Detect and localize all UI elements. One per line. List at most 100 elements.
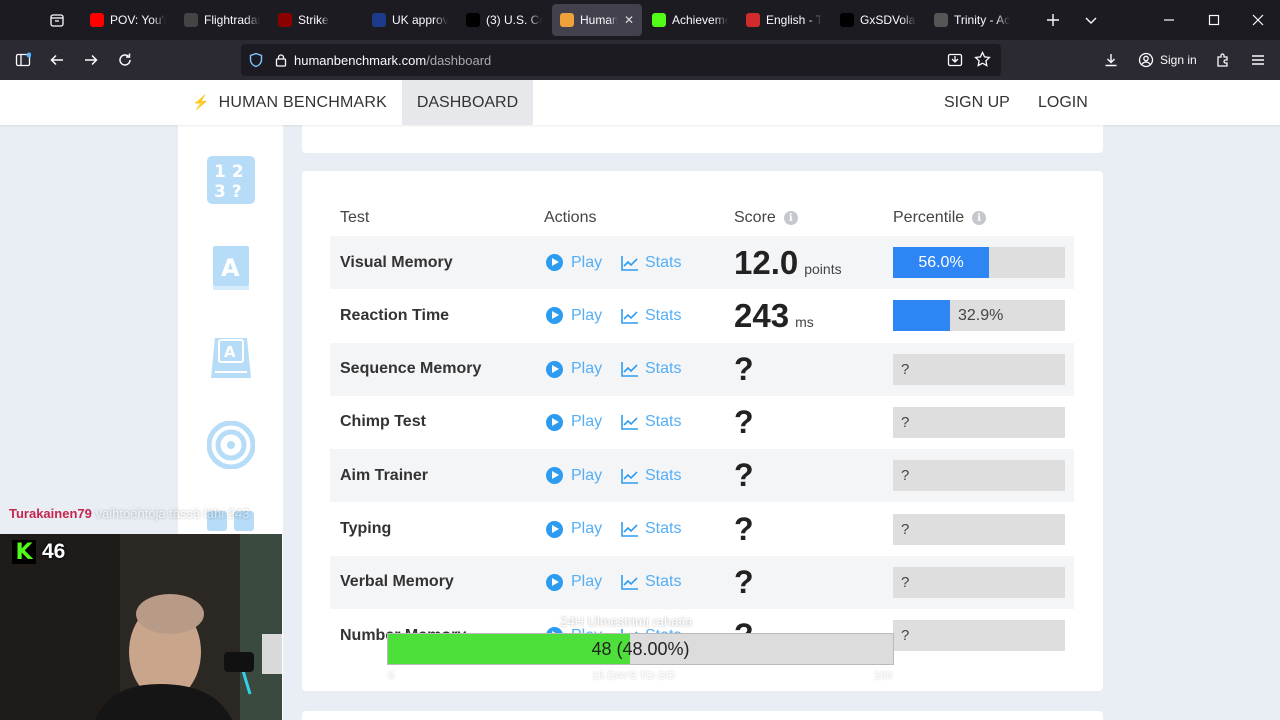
new-tab-button[interactable] <box>1033 0 1073 40</box>
aim-trainer-sidebar-icon[interactable] <box>207 421 255 469</box>
info-icon[interactable]: i <box>972 211 987 225</box>
chart-line-icon <box>621 575 638 591</box>
percentile-bar: ? <box>893 513 1065 545</box>
stats-button[interactable]: Stats <box>621 343 681 396</box>
info-icon[interactable]: i <box>783 211 798 225</box>
score-value: 12.0 <box>734 243 799 281</box>
next-card <box>302 711 1103 720</box>
score-cell: ? <box>734 343 754 396</box>
chart-line-icon <box>621 308 638 324</box>
menu-button[interactable] <box>1241 43 1275 77</box>
percentile-bar: ? <box>893 353 1065 385</box>
login-link[interactable]: LOGIN <box>1038 80 1088 125</box>
download-icon <box>1105 54 1117 67</box>
extensions-button[interactable] <box>1206 43 1240 77</box>
forward-button[interactable] <box>74 43 108 77</box>
play-label: Play <box>571 466 603 484</box>
score-value: ? <box>734 510 754 547</box>
score-cell: ? <box>734 503 754 556</box>
minimize-button[interactable] <box>1149 0 1189 40</box>
browser-tab[interactable]: English - T <box>738 4 830 36</box>
play-button[interactable]: Play <box>546 556 602 609</box>
browser-tab[interactable]: Flightradar <box>176 4 268 36</box>
kick-icon <box>652 13 666 27</box>
browser-tab[interactable]: (3) U.S. Ce <box>458 4 550 36</box>
shield-icon <box>249 52 263 68</box>
minimize-icon <box>1164 19 1174 21</box>
reader-mode-icon[interactable] <box>947 52 963 68</box>
tab-title: Trinity - Ac <box>954 13 1010 27</box>
number-memory-sidebar-icon[interactable]: 1 23 ? <box>207 156 255 204</box>
score-cell: ? <box>734 449 754 502</box>
play-button[interactable]: Play <box>546 449 602 502</box>
browser-toolbar: humanbenchmark.com/dashboard Sign in <box>0 40 1280 80</box>
stats-button[interactable]: Stats <box>621 449 681 502</box>
percentile-bar: ? <box>893 406 1065 438</box>
percentile-label: ? <box>901 413 910 431</box>
tab-overflow-button[interactable] <box>1071 0 1111 40</box>
typing-sidebar-icon[interactable]: A <box>207 332 255 380</box>
tab-title: Flightradar <box>204 13 260 27</box>
verbal-memory-sidebar-icon[interactable]: A <box>207 244 255 292</box>
play-button[interactable]: Play <box>546 343 602 396</box>
tab-title: Achieveme <box>672 13 728 27</box>
browser-tab[interactable]: Human ✕ <box>552 4 642 36</box>
numbers-icon: 1 23 ? <box>207 156 255 204</box>
address-bar[interactable]: humanbenchmark.com/dashboard <box>241 44 1001 76</box>
svg-text:A: A <box>224 343 236 361</box>
maximize-button[interactable] <box>1194 0 1234 40</box>
header-test-label: Test <box>340 209 370 226</box>
percentile-label: 32.9% <box>958 306 1004 324</box>
percentile-label: ? <box>901 520 910 538</box>
test-name: Chimp Test <box>340 413 426 431</box>
test-name: Visual Memory <box>340 253 453 271</box>
tab-title: GxSDVolal <box>860 13 916 27</box>
play-button[interactable]: Play <box>546 396 602 449</box>
reload-icon <box>119 53 131 66</box>
test-name: Verbal Memory <box>340 573 454 591</box>
back-button[interactable] <box>40 43 74 77</box>
nav-dashboard[interactable]: DASHBOARD <box>402 80 533 125</box>
brand-link[interactable]: ⚡ HUMAN BENCHMARK <box>192 80 387 125</box>
stats-label: Stats <box>645 253 682 271</box>
sign-in-button[interactable]: Sign in <box>1132 46 1203 74</box>
play-label: Play <box>571 520 603 537</box>
column-header-score: Score i <box>734 209 798 227</box>
stats-button[interactable]: Stats <box>621 289 681 342</box>
browser-tab[interactable]: UK approv <box>364 4 456 36</box>
bookmark-star-icon[interactable] <box>974 51 991 68</box>
browser-tab[interactable]: Strike <box>270 4 362 36</box>
tab-list-button[interactable] <box>38 0 76 40</box>
play-icon <box>546 413 563 431</box>
score-unit: points <box>804 260 842 277</box>
browser-tab[interactable]: Achieveme <box>644 4 736 36</box>
play-label: Play <box>571 573 603 591</box>
sign-up-link[interactable]: SIGN UP <box>944 80 1010 125</box>
stats-button[interactable]: Stats <box>621 236 681 289</box>
play-button[interactable]: Play <box>546 236 602 289</box>
tab-close-icon[interactable]: ✕ <box>624 13 634 27</box>
stats-button[interactable]: Stats <box>621 556 681 609</box>
reload-button[interactable] <box>108 43 142 77</box>
youtube-icon <box>90 13 104 27</box>
downloads-button[interactable] <box>1094 43 1128 77</box>
browser-tab[interactable]: GxSDVolal <box>832 4 924 36</box>
percentile-label: ? <box>901 360 910 378</box>
close-window-button[interactable] <box>1238 0 1278 40</box>
stats-button[interactable]: Stats <box>621 503 681 556</box>
browser-tab[interactable]: POV: You'r <box>82 4 174 36</box>
stats-button[interactable]: Stats <box>621 396 681 449</box>
goal-progress-text: 48 (48.00%) <box>591 638 690 659</box>
chart-line-icon <box>621 255 638 271</box>
audio-muted-icon <box>278 13 292 27</box>
play-button[interactable]: Play <box>546 289 602 342</box>
tab-title: POV: You'r <box>110 13 166 27</box>
percentile-bar: 56.0% <box>893 247 1065 278</box>
sidebar-toggle-button[interactable] <box>6 43 40 77</box>
stats-label: Stats <box>645 306 682 324</box>
score-value: ? <box>734 457 754 494</box>
chat-username: Turakainen79 <box>9 506 92 521</box>
play-button[interactable]: Play <box>546 503 602 556</box>
browser-tab[interactable]: Trinity - Ac <box>926 4 1018 36</box>
stats-label: Stats <box>645 466 682 484</box>
